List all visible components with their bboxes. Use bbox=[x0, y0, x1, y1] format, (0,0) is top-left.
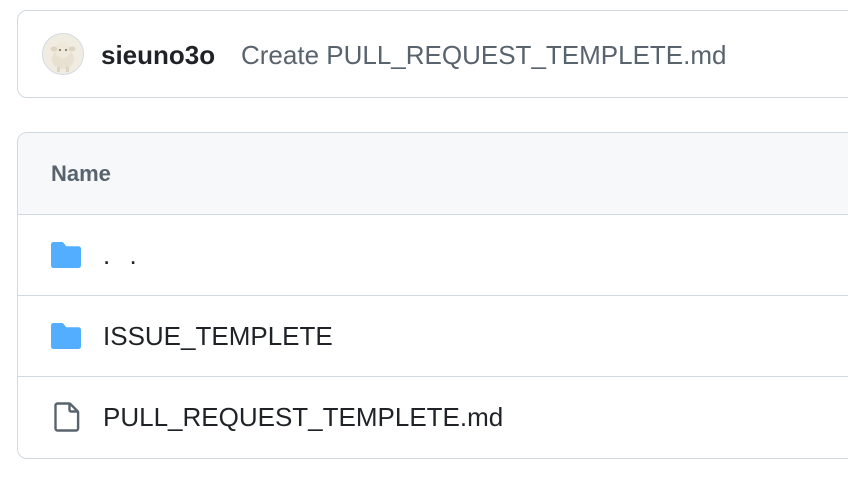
file-table: Name . . ISSUE_TEMPLETE PULL_REQUEST_TEM… bbox=[17, 132, 848, 459]
folder-icon bbox=[50, 239, 82, 271]
table-header: Name bbox=[18, 133, 848, 215]
row-label-pull-request-templete[interactable]: PULL_REQUEST_TEMPLETE.md bbox=[103, 401, 503, 433]
row-label-parent-directory[interactable]: . . bbox=[103, 239, 143, 271]
commit-message-link[interactable]: Create PULL_REQUEST_TEMPLETE.md bbox=[241, 39, 727, 71]
latest-commit-bar: sieuno3o Create PULL_REQUEST_TEMPLETE.md bbox=[17, 10, 848, 98]
table-row[interactable]: PULL_REQUEST_TEMPLETE.md bbox=[18, 377, 848, 458]
table-row[interactable]: . . bbox=[18, 215, 848, 296]
avatar[interactable] bbox=[42, 33, 84, 75]
avatar-image bbox=[43, 34, 83, 74]
table-row[interactable]: ISSUE_TEMPLETE bbox=[18, 296, 848, 377]
commit-author-link[interactable]: sieuno3o bbox=[101, 39, 215, 71]
column-header-name: Name bbox=[51, 161, 111, 186]
folder-icon bbox=[50, 320, 82, 352]
row-label-issue-templete[interactable]: ISSUE_TEMPLETE bbox=[103, 320, 333, 352]
file-icon bbox=[50, 401, 82, 433]
